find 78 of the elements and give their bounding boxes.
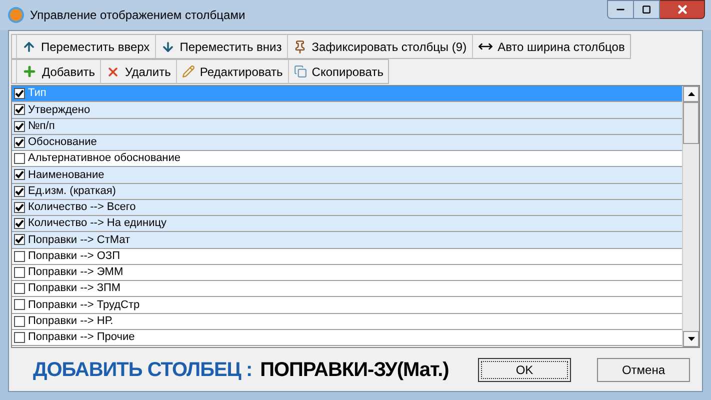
column-name: Тип xyxy=(28,86,46,102)
checkbox[interactable] xyxy=(14,218,25,230)
checkbox[interactable] xyxy=(14,299,25,310)
toolbar-button[interactable]: Переместить вниз xyxy=(154,35,287,58)
window-title: Управление отображением столбцами xyxy=(30,7,246,24)
pencil-icon xyxy=(182,65,195,78)
checkbox[interactable] xyxy=(14,332,25,343)
checkbox[interactable] xyxy=(14,266,25,278)
column-name: Поправки --> ЗПМ xyxy=(28,281,121,296)
column-name: Поправки --> СтМат xyxy=(28,232,130,248)
toolbar-button[interactable]: Зафиксировать столбцы (9) xyxy=(286,35,472,58)
dialog-button[interactable]: Отмена xyxy=(597,358,690,382)
list-item[interactable]: Поправки --> ОЗП xyxy=(12,248,682,265)
toolbar-button[interactable]: Удалить xyxy=(100,60,176,83)
checkbox[interactable] xyxy=(14,250,25,262)
checkbox[interactable] xyxy=(14,186,25,197)
list-item[interactable]: Утверждено xyxy=(12,102,682,118)
list-item[interactable]: Наименование xyxy=(12,167,682,184)
checkbox[interactable] xyxy=(14,234,25,246)
column-name: Обоснование xyxy=(28,135,97,150)
checkbox[interactable] xyxy=(14,88,25,100)
toolbar-button[interactable]: Авто ширина столбцов xyxy=(472,35,630,58)
dialog-button[interactable]: OK xyxy=(478,358,571,382)
down-arrow-icon xyxy=(688,337,694,341)
column-name: Утверждено xyxy=(28,102,90,118)
column-name: Альтернативное обоснование xyxy=(28,151,181,166)
column-name: Поправки --> Прочие xyxy=(28,330,135,346)
column-name: Количество --> Всего xyxy=(28,200,136,216)
checkbox[interactable] xyxy=(14,202,25,213)
banner-prefix: ДОБАВИТЬ СТОЛБЕЦ : xyxy=(33,358,252,382)
column-name: №п/п xyxy=(28,118,55,134)
column-name: Поправки --> ОЗП xyxy=(28,248,120,264)
column-name: Поправки --> НР. xyxy=(28,314,114,329)
toolbar-button[interactable]: Добавить xyxy=(16,60,100,83)
checkbox[interactable] xyxy=(14,169,25,180)
list-item[interactable]: Поправки --> ЭММ xyxy=(12,264,682,281)
minimize-button[interactable] xyxy=(607,0,634,19)
plus-icon xyxy=(22,64,37,79)
banner-value: ПОПРАВКИ-ЗУ(Мат.) xyxy=(260,358,449,382)
list-item[interactable]: Поправки --> СтМат xyxy=(12,232,682,248)
column-name: Наименование xyxy=(28,168,104,183)
close-icon xyxy=(676,3,688,16)
column-name: Количество --> На единицу xyxy=(28,216,167,232)
scrollbar[interactable] xyxy=(682,86,699,347)
checkbox[interactable] xyxy=(14,153,25,164)
copy-icon xyxy=(294,65,307,78)
list-item[interactable]: Количество --> На единицу xyxy=(12,216,682,232)
pin-icon xyxy=(292,40,307,54)
list-item[interactable]: Альтернативное обоснование xyxy=(12,151,682,168)
toolbar-button[interactable]: Переместить вверх xyxy=(16,35,155,58)
checkbox[interactable] xyxy=(14,316,25,327)
list-item[interactable]: Обоснование xyxy=(12,134,682,151)
scroll-thumb[interactable] xyxy=(683,102,699,144)
checkbox[interactable] xyxy=(14,283,25,294)
list-item[interactable]: Ед.изм. (краткая) xyxy=(12,184,682,200)
close-button[interactable] xyxy=(660,0,705,19)
close-icon xyxy=(106,64,120,78)
list-item[interactable]: №п/п xyxy=(12,118,682,135)
scroll-up-button[interactable] xyxy=(683,86,699,102)
arrow-down-icon xyxy=(160,40,175,54)
app-icon xyxy=(8,7,24,23)
column-name: Поправки --> ЭММ xyxy=(28,265,124,280)
checkbox[interactable] xyxy=(14,120,25,132)
scroll-down-button[interactable] xyxy=(683,331,699,347)
checkbox[interactable] xyxy=(14,136,25,148)
list-item[interactable]: Поправки --> ЗПМ xyxy=(12,281,682,298)
maximize-icon xyxy=(642,5,651,14)
list-item[interactable]: Поправки --> НР. xyxy=(12,314,682,330)
list-item[interactable]: Поправки --> ТрудСтр xyxy=(12,297,682,314)
maximize-button[interactable] xyxy=(634,0,660,19)
column-name: Ед.изм. (краткая) xyxy=(28,184,116,199)
list-item[interactable]: Количество --> Всего xyxy=(12,200,682,216)
checkbox[interactable] xyxy=(14,104,25,116)
list-item[interactable]: Поправки --> Прочие xyxy=(12,330,682,346)
toolbar-button[interactable]: Скопировать xyxy=(288,60,388,83)
toolbar-button[interactable]: Редактировать xyxy=(176,60,288,83)
column-name: Поправки --> ТрудСтр xyxy=(28,298,140,313)
up-arrow-icon xyxy=(688,92,694,96)
